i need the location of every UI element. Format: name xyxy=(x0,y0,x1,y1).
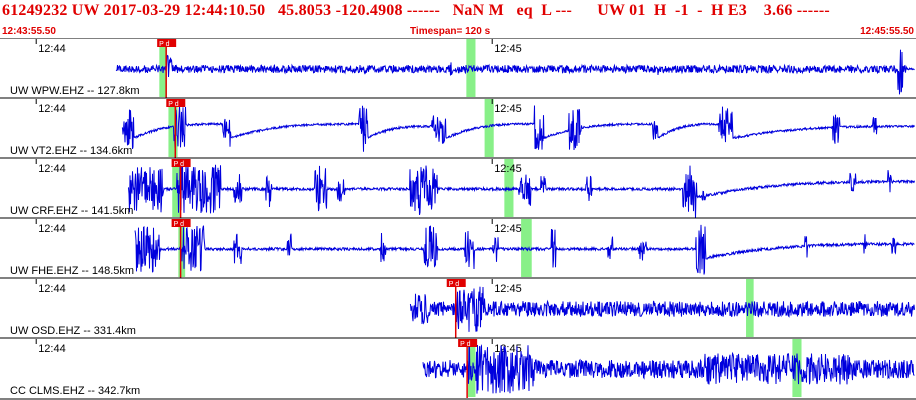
station-label: UW OSD.EHZ -- 331.4km xyxy=(10,325,136,337)
tick-label: 12:44 xyxy=(38,103,66,115)
tick-label: 12:45 xyxy=(494,43,522,55)
station-label: UW CRF.EHZ -- 141.5km xyxy=(10,205,133,217)
station-label: CC CLMS.EHZ -- 342.7km xyxy=(10,385,140,397)
phase-window xyxy=(484,99,494,157)
tick-label: 12:45 xyxy=(494,163,522,175)
pick-label: P d xyxy=(460,341,470,348)
pick-label: P d xyxy=(159,41,169,48)
pick-label: P d xyxy=(174,221,184,228)
plot-header: 61249232 UW 2017-03-29 12:44:10.50 45.80… xyxy=(0,0,916,38)
tick-label: 12:44 xyxy=(38,343,66,355)
end-time-label: 12:45:55.50 xyxy=(860,26,914,37)
start-time-label: 12:43:55.50 xyxy=(2,26,56,37)
pick-label: P d xyxy=(449,281,459,288)
pick-label: P d xyxy=(168,101,178,108)
seismogram-panel: 12:44 12:45 P d UW WPW.EHZ -- 127.8km 12:44 1… xyxy=(0,38,916,400)
tick-label: 12:44 xyxy=(38,283,66,295)
tick-label: 12:45 xyxy=(494,283,522,295)
station-label: UW VT2.EHZ -- 134.6km xyxy=(10,145,132,157)
timespan-label: Timespan= 120 s xyxy=(410,26,491,37)
pick-label: P d xyxy=(174,161,184,168)
tick-label: 12:45 xyxy=(494,223,522,235)
tick-label: 12:45 xyxy=(494,103,522,115)
tick-label: 12:44 xyxy=(38,163,66,175)
waveform-trace xyxy=(115,49,915,95)
station-label: UW FHE.EHZ -- 148.5km xyxy=(10,265,134,277)
station-label: UW WPW.EHZ -- 127.8km xyxy=(10,85,140,97)
waveform-trace xyxy=(409,286,915,332)
event-title: 61249232 UW 2017-03-29 12:44:10.50 45.80… xyxy=(2,2,830,19)
tick-label: 12:44 xyxy=(38,43,66,55)
tick-label: 12:44 xyxy=(38,223,66,235)
